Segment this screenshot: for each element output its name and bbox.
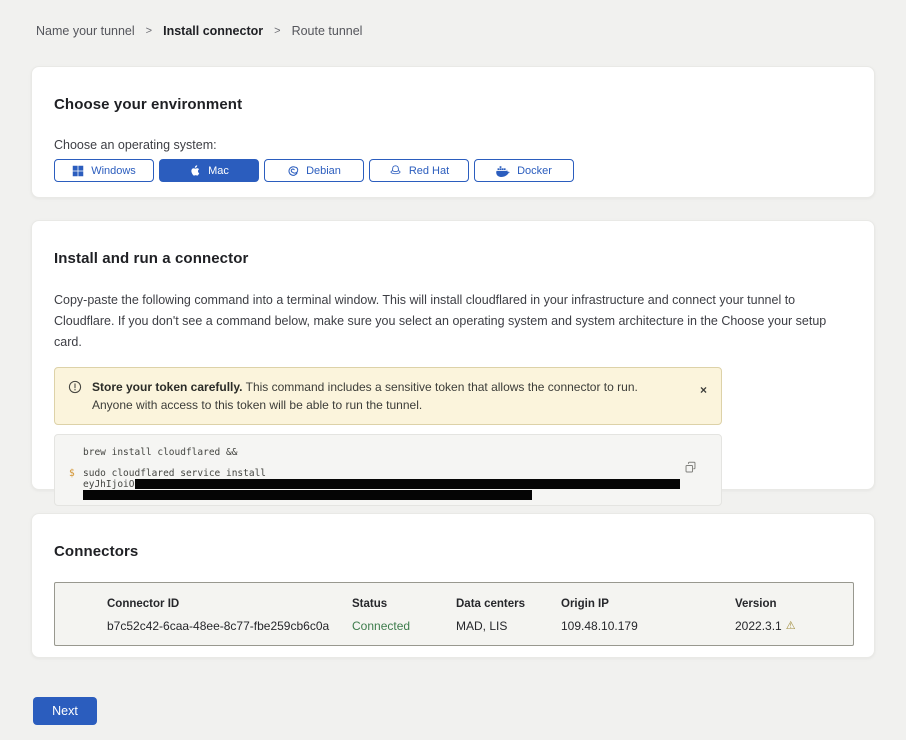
alert-circle-icon [68, 380, 82, 399]
connector-id-value: b7c52c42-6caa-48ee-8c77-fbe259cb6c0a [107, 619, 352, 633]
breadcrumb-step-route-tunnel[interactable]: Route tunnel [292, 24, 363, 38]
install-connector-title: Install and run a connector [54, 250, 846, 267]
breadcrumb-step-install-connector[interactable]: Install connector [163, 24, 263, 38]
origin-ip-value: 109.48.10.179 [561, 619, 735, 633]
os-button-label: Debian [306, 165, 341, 177]
version-number: 2022.3.1 [735, 619, 782, 633]
table-row: b7c52c42-6caa-48ee-8c77-fbe259cb6c0a Con… [107, 619, 853, 633]
connectors-table: Connector ID Status Data centers Origin … [54, 582, 854, 646]
copy-icon[interactable] [682, 459, 699, 479]
debian-icon [287, 165, 299, 177]
breadcrumb: Name your tunnel > Install connector > R… [0, 0, 906, 38]
status-badge: Connected [352, 619, 456, 633]
token-prefix-text: eyJhIjoiO [83, 479, 134, 490]
data-centers-value: MAD, LIS [456, 619, 561, 633]
code-text: brew install cloudflared && [83, 447, 237, 458]
apple-icon [189, 164, 201, 177]
code-text: sudo cloudflared service install [83, 468, 266, 479]
prompt-column [69, 490, 83, 500]
redacted-token-bar [135, 479, 680, 489]
col-header-data-centers: Data centers [456, 598, 561, 610]
code-line-brew: brew install cloudflared && [69, 447, 707, 458]
code-line-token-2 [69, 490, 707, 500]
os-select-label: Choose an operating system: [54, 138, 852, 152]
redacted-token-bar [83, 490, 532, 500]
connectors-card: Connectors Connector ID Status Data cent… [31, 513, 875, 658]
os-button-label: Windows [91, 165, 136, 177]
code-line-sudo: $ sudo cloudflared service install [69, 468, 707, 479]
prompt-column [69, 447, 83, 458]
table-header-row: Connector ID Status Data centers Origin … [107, 598, 853, 610]
version-value: 2022.3.1 ⚠ [735, 619, 853, 633]
os-button-label: Red Hat [409, 165, 449, 177]
breadcrumb-step-name-your-tunnel[interactable]: Name your tunnel [36, 24, 135, 38]
os-button-group: Windows Mac Debian Red Hat [54, 159, 852, 182]
col-header-origin-ip: Origin IP [561, 598, 735, 610]
tunnel-setup-page: Name your tunnel > Install connector > R… [0, 0, 906, 740]
token-warning-banner: Store your token carefully. This command… [54, 367, 722, 425]
col-header-status: Status [352, 598, 456, 610]
redhat-icon [389, 164, 402, 177]
os-button-docker[interactable]: Docker [474, 159, 574, 182]
warning-triangle-icon: ⚠ [786, 621, 796, 632]
token-warning-title: Store your token carefully. [92, 380, 243, 394]
os-button-debian[interactable]: Debian [264, 159, 364, 182]
os-button-label: Docker [517, 165, 552, 177]
close-icon[interactable]: × [700, 384, 707, 396]
breadcrumb-separator: > [274, 25, 280, 37]
choose-environment-title: Choose your environment [54, 96, 852, 113]
next-button[interactable]: Next [33, 697, 97, 725]
install-connector-description: Copy-paste the following command into a … [54, 290, 850, 353]
col-header-version: Version [735, 598, 853, 610]
prompt-column [69, 479, 83, 490]
os-button-redhat[interactable]: Red Hat [369, 159, 469, 182]
shell-prompt: $ [69, 468, 83, 479]
os-button-windows[interactable]: Windows [54, 159, 154, 182]
os-button-mac[interactable]: Mac [159, 159, 259, 182]
col-header-connector-id: Connector ID [107, 598, 352, 610]
install-connector-card: Install and run a connector Copy-paste t… [31, 220, 875, 490]
docker-icon [496, 165, 510, 177]
windows-icon [72, 165, 84, 177]
os-button-label: Mac [208, 165, 229, 177]
choose-environment-card: Choose your environment Choose an operat… [31, 66, 875, 198]
token-warning-text: Store your token carefully. This command… [92, 378, 652, 414]
connectors-title: Connectors [54, 543, 852, 560]
install-command-code-block[interactable]: brew install cloudflared && $ sudo cloud… [54, 434, 722, 506]
breadcrumb-separator: > [146, 25, 152, 37]
code-line-token: eyJhIjoiO [69, 479, 707, 490]
